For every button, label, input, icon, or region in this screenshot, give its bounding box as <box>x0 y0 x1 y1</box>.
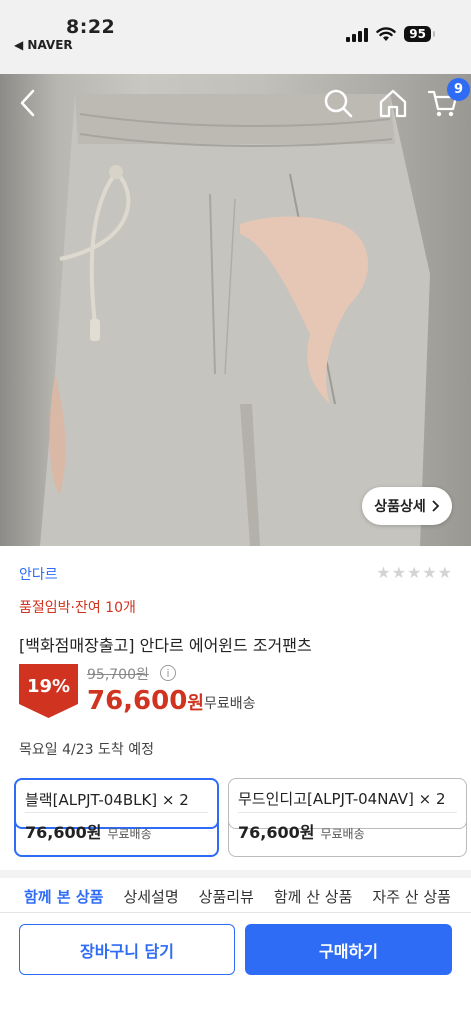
original-price: 95,700원 <box>87 667 149 683</box>
star-icon: ★ <box>376 563 391 582</box>
tab-bought-together[interactable]: 함께 산 상품 <box>274 886 353 907</box>
status-bar: 8:22 ◀ NAVER 95 <box>0 0 471 74</box>
home-icon[interactable] <box>376 86 410 120</box>
product-detail-label: 상품상세 <box>374 499 426 515</box>
sale-price-unit: 원 <box>187 693 204 714</box>
star-icon: ★ <box>391 563 406 582</box>
brand-link[interactable]: 안다르 <box>19 564 58 584</box>
stock-notice: 품절임박·잔여 10개 <box>19 600 136 616</box>
tab-reviews[interactable]: 상품리뷰 <box>199 886 254 907</box>
rating-stars[interactable]: ★ ★ ★ ★ ★ <box>376 564 452 582</box>
option-card-black-footer[interactable]: 76,600원 무료배송 <box>14 812 219 857</box>
search-icon[interactable] <box>321 86 355 120</box>
tab-viewed-together[interactable]: 함께 본 상품 <box>24 886 103 907</box>
shipping-label: 무료배송 <box>204 696 256 712</box>
signal-icon <box>346 26 369 42</box>
bottom-action-bar: 장바구니 담기 구매하기 <box>0 912 471 1024</box>
status-time: 8:22 <box>66 16 116 38</box>
battery-icon: 95 <box>404 26 435 42</box>
info-icon[interactable]: i <box>160 665 176 681</box>
tab-frequently-bought[interactable]: 자주 산 상품 <box>372 886 451 907</box>
star-icon: ★ <box>406 563 422 582</box>
product-detail-button[interactable]: 상품상세 <box>362 487 452 525</box>
option-price: 76,600원 <box>238 823 315 842</box>
delivery-estimate: 목요일 4/23 도착 예정 <box>19 742 154 758</box>
product-title: [백화점매장출고] 안다르 에어윈드 조거팬츠 <box>19 636 312 655</box>
star-icon: ★ <box>422 563 437 582</box>
add-to-cart-button[interactable]: 장바구니 담기 <box>19 924 235 975</box>
option-name: 무드인디고[ALPJT-04NAV] × 2 <box>238 790 446 808</box>
discount-rate: 19% <box>26 676 71 697</box>
content-tabs: 함께 본 상품 상세설명 상품리뷰 함께 산 상품 자주 산 상품 <box>0 878 471 914</box>
product-image[interactable]: 9 상품상세 <box>0 74 471 546</box>
back-to-app-link[interactable]: ◀ NAVER <box>14 38 73 52</box>
tab-description[interactable]: 상세설명 <box>123 886 178 907</box>
option-card-indigo-footer[interactable]: 76,600원 무료배송 <box>228 812 467 857</box>
product-photo <box>40 94 430 546</box>
status-icons: 95 <box>346 26 435 42</box>
buy-now-button[interactable]: 구매하기 <box>245 924 452 975</box>
sale-price-number: 76,600 <box>87 686 188 716</box>
section-divider <box>0 870 471 878</box>
option-shipping: 무료배송 <box>320 827 365 841</box>
option-name: 블랙[ALPJT-04BLK] × 2 <box>25 791 189 809</box>
sale-price: 76,600원 <box>87 686 204 716</box>
cart-count-badge: 9 <box>447 78 470 101</box>
wifi-icon <box>376 26 396 41</box>
chevron-right-icon <box>432 500 440 512</box>
option-price: 76,600원 <box>25 823 102 842</box>
back-arrow-icon[interactable] <box>12 86 46 120</box>
star-icon: ★ <box>437 563 452 582</box>
option-shipping: 무료배송 <box>107 827 152 841</box>
